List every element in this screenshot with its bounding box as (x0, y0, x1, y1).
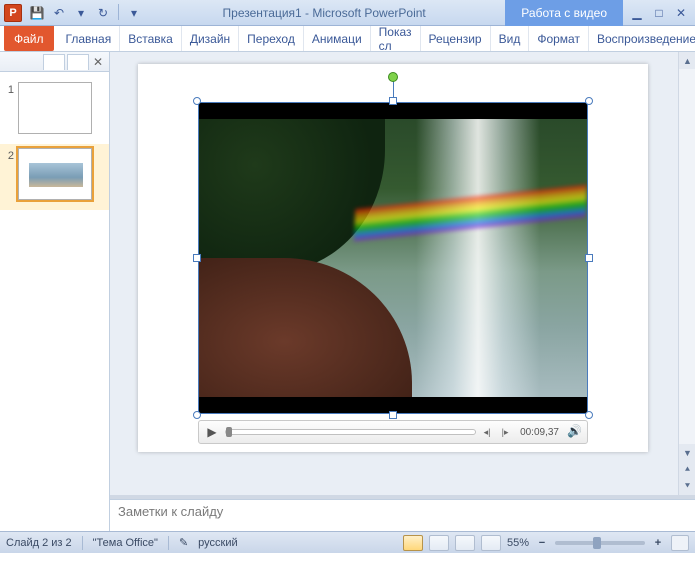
view-sorter-button[interactable] (429, 535, 449, 551)
window-title: Презентация1 - Microsoft PowerPoint (143, 6, 505, 20)
resize-handle-tl[interactable] (193, 97, 201, 105)
video-object[interactable] (198, 102, 588, 414)
status-slide-info: Слайд 2 из 2 (6, 537, 72, 549)
zoom-slider-thumb[interactable] (593, 537, 601, 549)
redo-button[interactable]: ↻ (94, 4, 112, 22)
view-reading-button[interactable] (455, 535, 475, 551)
resize-handle-ml[interactable] (193, 254, 201, 262)
thumbnails-list: 1 2 (0, 72, 109, 531)
close-button[interactable]: ✕ (671, 5, 691, 21)
step-forward-button[interactable]: |▸ (498, 425, 512, 439)
video-preview-image (199, 119, 587, 397)
resize-handle-bm[interactable] (389, 411, 397, 419)
tab-view[interactable]: Вид (491, 26, 530, 51)
document-name: Презентация1 (223, 6, 302, 20)
undo-button[interactable]: ↶ (50, 4, 68, 22)
spellcheck-icon[interactable]: ✎ (179, 536, 188, 549)
context-tab-video[interactable]: Работа с видео (505, 0, 623, 26)
thumbnail-number: 1 (4, 82, 18, 96)
slide-thumbnails-panel: ✕ 1 2 (0, 52, 110, 531)
thumbnails-close-icon[interactable]: ✕ (91, 55, 105, 69)
resize-handle-br[interactable] (585, 411, 593, 419)
resize-handle-bl[interactable] (193, 411, 201, 419)
zoom-slider[interactable] (555, 541, 645, 545)
qat-separator (118, 4, 119, 20)
tab-home[interactable]: Главная (58, 26, 121, 51)
resize-handle-tm[interactable] (389, 97, 397, 105)
tab-insert[interactable]: Вставка (120, 26, 182, 51)
video-waterfall (416, 119, 540, 397)
thumbnail-number: 2 (4, 148, 18, 162)
thumbnail-preview (18, 148, 92, 200)
slide-thumbnail-1[interactable]: 1 (0, 78, 109, 144)
status-bar: Слайд 2 из 2 "Тема Office" ✎ русский 55%… (0, 531, 695, 553)
status-theme: "Тема Office" (93, 537, 158, 549)
thumbnails-header: ✕ (0, 52, 109, 72)
ribbon-tabs: Файл Главная Вставка Дизайн Переход Аним… (0, 26, 695, 52)
tab-format[interactable]: Формат (529, 26, 589, 51)
maximize-button[interactable]: □ (649, 5, 669, 21)
tab-slideshow[interactable]: Показ сл (371, 26, 421, 51)
app-name: Microsoft PowerPoint (312, 6, 425, 20)
minimize-button[interactable]: ▁ (627, 5, 647, 21)
volume-button[interactable]: 🔊 (567, 424, 583, 440)
tab-playback[interactable]: Воспроизведение (589, 26, 695, 51)
next-slide-icon[interactable]: ⯆ (679, 478, 695, 495)
media-player-bar: ▶ ◂| |▸ 00:09,37 🔊 (198, 420, 588, 444)
slide-editor: ▶ ◂| |▸ 00:09,37 🔊 ▲ ▼ ⯅ ⯆ Заметки к сла… (110, 52, 695, 531)
thumbnails-tab-outline[interactable] (67, 54, 89, 70)
slide[interactable]: ▶ ◂| |▸ 00:09,37 🔊 (138, 64, 648, 452)
notes-placeholder: Заметки к слайду (118, 504, 223, 519)
resize-handle-tr[interactable] (585, 97, 593, 105)
video-frame[interactable] (198, 102, 588, 414)
seek-thumb[interactable] (226, 427, 232, 437)
status-separator (82, 536, 83, 550)
zoom-out-button[interactable]: − (535, 536, 549, 550)
tab-design[interactable]: Дизайн (182, 26, 239, 51)
view-slideshow-button[interactable] (481, 535, 501, 551)
fit-to-window-button[interactable] (671, 535, 689, 551)
window-controls: ▁ □ ✕ (623, 5, 695, 21)
tab-review[interactable]: Рецензир (421, 26, 491, 51)
status-separator (168, 536, 169, 550)
playback-time: 00:09,37 (516, 427, 563, 438)
zoom-in-button[interactable]: + (651, 536, 665, 550)
status-language[interactable]: русский (198, 537, 237, 549)
tab-animations[interactable]: Анимаци (304, 26, 371, 51)
step-back-button[interactable]: ◂| (480, 425, 494, 439)
rotation-handle[interactable] (388, 72, 398, 82)
slide-thumbnail-2[interactable]: 2 (0, 144, 109, 210)
undo-dropdown-icon[interactable]: ▾ (72, 4, 90, 22)
vertical-scrollbar[interactable]: ▲ ▼ ⯅ ⯆ (678, 52, 695, 495)
tab-transitions[interactable]: Переход (239, 26, 304, 51)
resize-handle-mr[interactable] (585, 254, 593, 262)
quick-access-toolbar: 💾 ↶ ▾ ↻ ▾ (28, 4, 143, 22)
scroll-down-icon[interactable]: ▼ (679, 444, 695, 461)
prev-slide-icon[interactable]: ⯅ (679, 461, 695, 478)
zoom-level[interactable]: 55% (507, 537, 529, 549)
slide-canvas-area[interactable]: ▶ ◂| |▸ 00:09,37 🔊 ▲ ▼ ⯅ ⯆ (110, 52, 695, 495)
view-normal-button[interactable] (403, 535, 423, 551)
app-icon: P (4, 4, 22, 22)
workspace: ✕ 1 2 (0, 52, 695, 531)
thumbnail-media-icon (29, 163, 83, 187)
file-tab[interactable]: Файл (4, 26, 54, 51)
thumbnails-tab-slides[interactable] (43, 54, 65, 70)
thumbnail-preview (18, 82, 92, 134)
save-button[interactable]: 💾 (28, 4, 46, 22)
title-bar: P 💾 ↶ ▾ ↻ ▾ Презентация1 - Microsoft Pow… (0, 0, 695, 26)
qat-customize-icon[interactable]: ▾ (125, 4, 143, 22)
notes-pane[interactable]: Заметки к слайду (110, 499, 695, 531)
letterbox-top (199, 103, 587, 119)
scroll-up-icon[interactable]: ▲ (679, 52, 695, 69)
seek-bar[interactable] (225, 429, 476, 435)
play-button[interactable]: ▶ (203, 423, 221, 441)
